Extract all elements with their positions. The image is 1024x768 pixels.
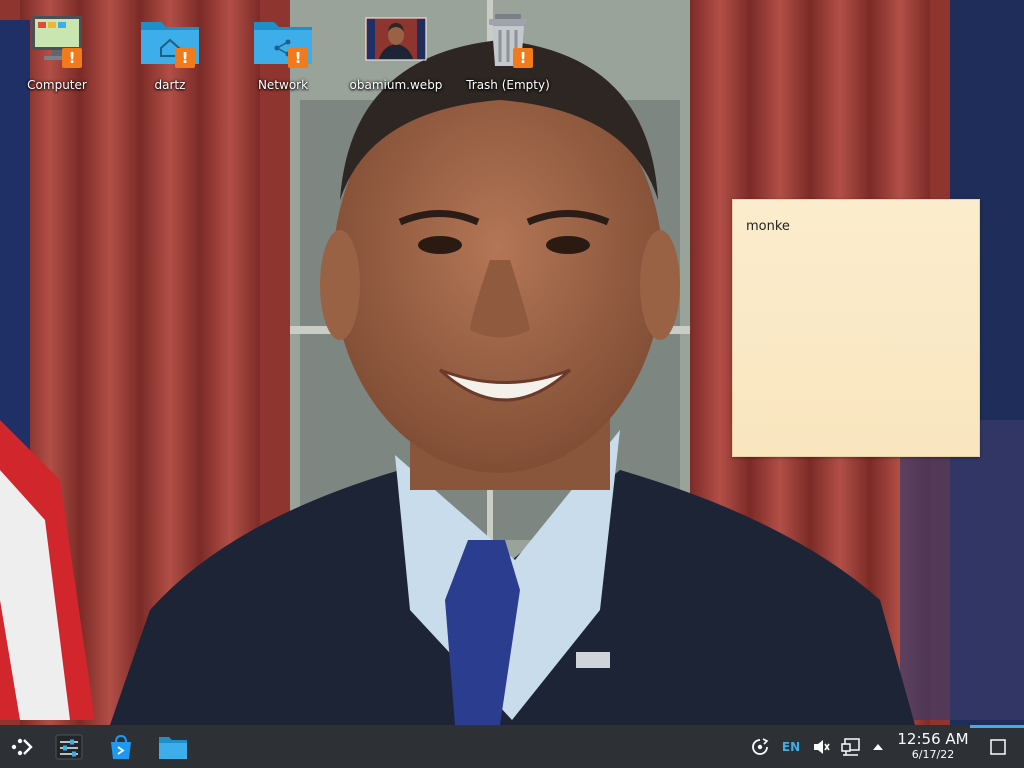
system-settings-icon	[55, 734, 83, 760]
note-text[interactable]: monke	[746, 219, 790, 234]
desktop-icon-label: obamium.webp	[349, 78, 443, 92]
file-manager-button[interactable]	[155, 729, 191, 765]
warning-badge: !	[175, 48, 195, 68]
updates-icon	[752, 738, 769, 755]
desktop[interactable]: ! Computer ! dartz ! Network obamium.web…	[0, 0, 1024, 725]
warning-badge: !	[62, 48, 82, 68]
system-settings-button[interactable]	[51, 729, 87, 765]
network-button[interactable]	[839, 735, 863, 759]
application-launcher-icon	[11, 738, 33, 756]
warning-badge: !	[288, 48, 308, 68]
clock-date: 6/17/22	[911, 748, 955, 761]
file-manager-icon	[159, 737, 187, 759]
desktop-icon-label: Trash (Empty)	[466, 78, 550, 92]
show-desktop-button[interactable]	[986, 735, 1010, 759]
keyboard-layout-label: EN	[781, 740, 801, 754]
volume-muted-icon	[814, 740, 830, 754]
desktop-icon-trash[interactable]: ! Trash (Empty)	[458, 8, 558, 96]
desktop-icon-computer[interactable]: ! Computer	[7, 8, 107, 96]
network-icon	[841, 738, 860, 756]
desktop-icon-dartz[interactable]: ! dartz	[120, 8, 220, 96]
show-desktop-active-indicator	[970, 725, 1024, 728]
desktop-icon-network[interactable]: ! Network	[233, 8, 333, 96]
expand-tray-button[interactable]	[868, 735, 888, 759]
warning-badge: !	[513, 48, 533, 68]
taskbar: EN 12:56 AM 6/17/22	[0, 725, 1024, 768]
desktop-icon-label: Computer	[27, 78, 87, 92]
application-launcher-button[interactable]	[4, 729, 40, 765]
show-desktop-icon	[990, 739, 1006, 755]
digital-clock[interactable]: 12:56 AM 6/17/22	[893, 730, 973, 762]
desktop-icon-label: Network	[257, 78, 309, 92]
expand-tray-icon	[873, 744, 883, 750]
discover-store-button[interactable]	[103, 729, 139, 765]
volume-button[interactable]	[809, 735, 833, 759]
keyboard-layout-button[interactable]: EN	[779, 735, 803, 759]
desktop-icon-label: dartz	[154, 78, 186, 92]
discover-store-icon	[111, 734, 131, 759]
clock-time: 12:56 AM	[897, 730, 969, 748]
desktop-icon-obamium[interactable]: obamium.webp	[346, 8, 446, 96]
sticky-note[interactable]: monke	[732, 199, 980, 457]
image-thumbnail-icon	[365, 17, 427, 61]
updates-button[interactable]	[748, 735, 772, 759]
